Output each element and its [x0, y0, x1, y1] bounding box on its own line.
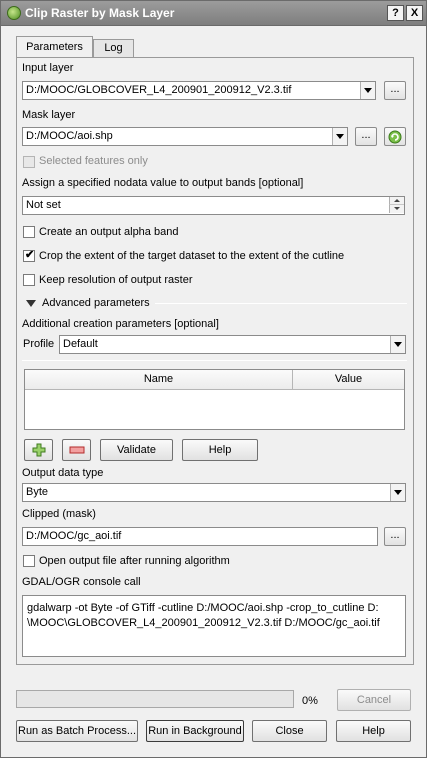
nodata-spinbox[interactable]: Not set	[22, 196, 405, 215]
chevron-down-icon[interactable]	[390, 484, 405, 501]
tab-parameters[interactable]: Parameters	[16, 36, 93, 58]
input-layer-label: Input layer	[22, 62, 74, 74]
cancel-button[interactable]: Cancel	[337, 689, 411, 711]
mask-layer-label: Mask layer	[22, 109, 76, 121]
chevron-down-icon[interactable]	[332, 128, 347, 145]
open-output-checkbox[interactable]	[23, 555, 35, 567]
console-call-label: GDAL/OGR console call	[22, 576, 141, 588]
parameters-panel: Input layer D:/MOOC/GLOBCOVER_L4_200901_…	[16, 57, 414, 665]
console-call-text[interactable]: gdalwarp -ot Byte -of GTiff -cutline D:/…	[22, 595, 406, 657]
plus-icon	[32, 443, 45, 457]
checkmark-icon: ✔	[25, 249, 35, 261]
mask-layer-value: D:/MOOC/aoi.shp	[26, 130, 113, 142]
input-layer-browse-button[interactable]: ...	[384, 81, 406, 100]
spin-down-icon[interactable]	[389, 205, 404, 213]
alpha-band-checkbox[interactable]	[23, 226, 35, 238]
input-layer-value: D:/MOOC/GLOBCOVER_L4_200901_200912_V2.3.…	[26, 84, 292, 96]
qgis-app-icon	[7, 6, 21, 20]
context-help-button[interactable]: ?	[387, 5, 404, 21]
creation-params-table[interactable]: Name Value	[24, 369, 405, 430]
nodata-label: Assign a specified nodata value to outpu…	[22, 177, 304, 189]
clipped-browse-button[interactable]: ...	[384, 527, 406, 546]
open-output-label: Open output file after running algorithm	[39, 555, 230, 567]
crop-extent-checkbox[interactable]: ✔	[23, 249, 35, 262]
help-button[interactable]: Help	[336, 720, 411, 742]
clipped-output-field[interactable]: D:/MOOC/gc_aoi.tif	[22, 527, 378, 546]
title-bar[interactable]: Clip Raster by Mask Layer ? X	[1, 1, 426, 26]
selected-features-checkbox[interactable]	[23, 156, 35, 168]
output-type-label: Output data type	[22, 467, 104, 479]
close-button[interactable]: Close	[252, 720, 327, 742]
tab-log[interactable]: Log	[93, 39, 134, 58]
keep-resolution-checkbox[interactable]	[23, 274, 35, 286]
collapse-triangle-icon[interactable]	[26, 300, 36, 307]
clipped-label: Clipped (mask)	[22, 508, 96, 520]
output-type-value: Byte	[26, 486, 49, 498]
input-layer-combo[interactable]: D:/MOOC/GLOBCOVER_L4_200901_200912_V2.3.…	[22, 81, 376, 100]
profile-value: Default	[63, 338, 98, 350]
window-title: Clip Raster by Mask Layer	[25, 6, 175, 20]
keep-resolution-label: Keep resolution of output raster	[39, 274, 193, 286]
spin-up-icon[interactable]	[389, 197, 404, 205]
iterate-layer-button[interactable]	[384, 127, 406, 146]
advanced-divider	[155, 303, 407, 304]
mask-layer-browse-button[interactable]: ...	[355, 127, 377, 146]
profile-divider	[22, 360, 407, 361]
minus-icon	[69, 446, 84, 454]
output-type-combo[interactable]: Byte	[22, 483, 406, 502]
advanced-parameters-toggle[interactable]: Advanced parameters	[42, 297, 150, 309]
close-window-button[interactable]: X	[406, 5, 423, 21]
nodata-value: Not set	[26, 199, 61, 211]
column-header-value[interactable]: Value	[293, 370, 404, 390]
run-background-button[interactable]: Run in Background	[146, 720, 244, 742]
selected-features-label: Selected features only	[39, 155, 148, 167]
validate-button[interactable]: Validate	[100, 439, 173, 461]
add-row-button[interactable]	[24, 439, 53, 461]
progress-bar	[16, 690, 294, 708]
profile-combo[interactable]: Default	[59, 335, 406, 354]
chevron-down-icon[interactable]	[360, 82, 375, 99]
progress-percent: 0%	[302, 695, 318, 707]
run-batch-button[interactable]: Run as Batch Process...	[16, 720, 138, 742]
creation-params-label: Additional creation parameters [optional…	[22, 318, 219, 330]
chevron-down-icon[interactable]	[390, 336, 405, 353]
remove-row-button[interactable]	[62, 439, 91, 461]
mask-layer-combo[interactable]: D:/MOOC/aoi.shp	[22, 127, 348, 146]
iterate-icon	[388, 130, 402, 144]
column-header-name[interactable]: Name	[25, 370, 293, 390]
clipped-output-value: D:/MOOC/gc_aoi.tif	[26, 530, 122, 542]
profile-label: Profile	[23, 338, 55, 350]
crop-extent-label: Crop the extent of the target dataset to…	[39, 250, 345, 262]
dialog-window: Clip Raster by Mask Layer ? X Parameters…	[0, 0, 427, 758]
advanced-help-button[interactable]: Help	[182, 439, 258, 461]
alpha-band-label: Create an output alpha band	[39, 226, 179, 238]
